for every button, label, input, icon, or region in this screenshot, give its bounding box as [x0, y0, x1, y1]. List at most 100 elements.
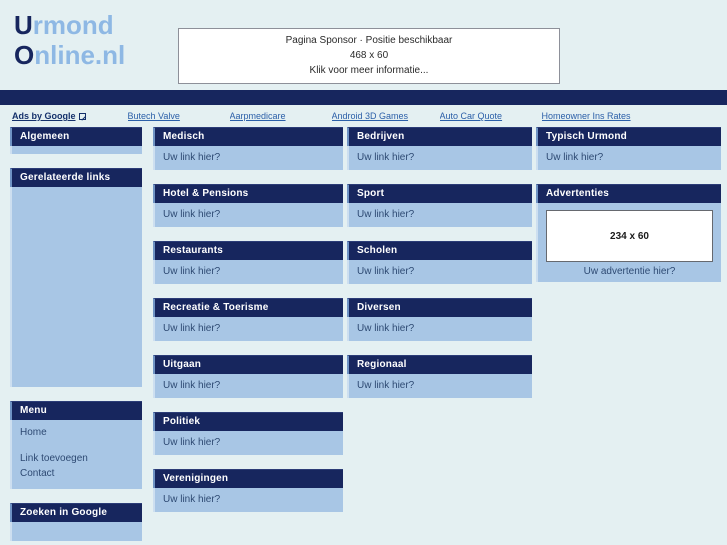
panel-restaurants: Restaurants Uw link hier? [153, 241, 343, 284]
link-placeholder-uitgaan[interactable]: Uw link hier? [163, 378, 343, 393]
sponsor-line-3: Klik voor meer informatie... [309, 65, 429, 76]
panel-title-gerelateerde-links: Gerelateerde links [10, 168, 142, 187]
panel-menu: Menu Home Link toevoegen Contact [10, 401, 142, 489]
logo-rest-online: nline.nl [34, 40, 126, 70]
panel-body-bedrijven: Uw link hier? [347, 146, 532, 170]
panel-title-bedrijven: Bedrijven [347, 127, 532, 146]
panel-title-sport: Sport [347, 184, 532, 203]
panel-hotel-pensions: Hotel & Pensions Uw link hier? [153, 184, 343, 227]
panel-title-uitgaan: Uitgaan [153, 355, 343, 374]
link-placeholder-sport[interactable]: Uw link hier? [357, 207, 532, 222]
link-placeholder-scholen[interactable]: Uw link hier? [357, 264, 532, 279]
panel-body-menu: Home Link toevoegen Contact [10, 420, 142, 489]
logo-line-1: Urmond [14, 10, 125, 40]
ad-link-butech-valve[interactable]: Butech Valve [128, 111, 180, 121]
link-placeholder-medisch[interactable]: Uw link hier? [163, 150, 343, 165]
panel-title-hotel-pensions: Hotel & Pensions [153, 184, 343, 203]
link-placeholder-typisch-urmond[interactable]: Uw link hier? [546, 150, 721, 165]
panel-title-medisch: Medisch [153, 127, 343, 146]
panel-title-typisch-urmond: Typisch Urmond [536, 127, 721, 146]
link-placeholder-restaurants[interactable]: Uw link hier? [163, 264, 343, 279]
panel-body-zoeken-in-google [10, 522, 142, 541]
link-placeholder-recreatie-toerisme[interactable]: Uw link hier? [163, 321, 343, 336]
link-placeholder-regionaal[interactable]: Uw link hier? [357, 378, 532, 393]
panel-title-regionaal: Regionaal [347, 355, 532, 374]
category-column-b: Bedrijven Uw link hier? Sport Uw link hi… [347, 127, 532, 412]
panel-title-zoeken-in-google: Zoeken in Google [10, 503, 142, 522]
ad-slot-1: Butech Valve [128, 111, 230, 121]
panel-title-politiek: Politiek [153, 412, 343, 431]
panel-body-typisch-urmond: Uw link hier? [536, 146, 721, 170]
panel-gerelateerde-links: Gerelateerde links [10, 168, 142, 387]
panel-recreatie-toerisme: Recreatie & Toerisme Uw link hier? [153, 298, 343, 341]
panel-title-algemeen: Algemeen [10, 127, 142, 146]
panel-body-hotel-pensions: Uw link hier? [153, 203, 343, 227]
external-link-icon [78, 112, 86, 120]
page-header: Urmond Online.nl Pagina Sponsor · Positi… [0, 0, 727, 90]
panel-body-medisch: Uw link hier? [153, 146, 343, 170]
logo-cap-u: U [14, 10, 33, 40]
ads-by-google-text: Ads by Google [12, 111, 76, 121]
panel-body-gerelateerde-links [10, 187, 142, 387]
panel-body-sport: Uw link hier? [347, 203, 532, 227]
panel-title-recreatie-toerisme: Recreatie & Toerisme [153, 298, 343, 317]
main-content: Algemeen Gerelateerde links Menu Home Li… [0, 127, 727, 541]
ad-slot-2: Aarpmedicare [230, 111, 332, 121]
ad-slot-4: Auto Car Quote [440, 111, 542, 121]
panel-body-diversen: Uw link hier? [347, 317, 532, 341]
ad-slot-3: Android 3D Games [332, 111, 440, 121]
link-placeholder-verenigingen[interactable]: Uw link hier? [163, 492, 343, 507]
panel-uitgaan: Uitgaan Uw link hier? [153, 355, 343, 398]
panel-body-algemeen [10, 146, 142, 154]
advertisement-caption[interactable]: Uw advertentie hier? [546, 262, 713, 277]
panel-title-menu: Menu [10, 401, 142, 420]
panel-bedrijven: Bedrijven Uw link hier? [347, 127, 532, 170]
panel-body-verenigingen: Uw link hier? [153, 488, 343, 512]
left-sidebar: Algemeen Gerelateerde links Menu Home Li… [10, 127, 142, 545]
google-ads-bar: Ads by Google Butech Valve Aarpmedicare … [0, 105, 727, 127]
panel-body-uitgaan: Uw link hier? [153, 374, 343, 398]
panel-title-restaurants: Restaurants [153, 241, 343, 260]
advertisement-slot[interactable]: 234 x 60 [546, 210, 713, 262]
panel-sport: Sport Uw link hier? [347, 184, 532, 227]
panel-verenigingen: Verenigingen Uw link hier? [153, 469, 343, 512]
logo-cap-o: O [14, 40, 35, 70]
panel-title-advertenties: Advertenties [536, 184, 721, 203]
ad-link-aarpmedicare[interactable]: Aarpmedicare [230, 111, 286, 121]
sponsor-banner[interactable]: Pagina Sponsor · Positie beschikbaar 468… [178, 28, 560, 84]
category-column-c: Typisch Urmond Uw link hier? Advertentie… [536, 127, 721, 296]
ad-link-auto-car-quote[interactable]: Auto Car Quote [440, 111, 503, 121]
link-placeholder-diversen[interactable]: Uw link hier? [357, 321, 532, 336]
panel-advertenties: Advertenties 234 x 60 Uw advertentie hie… [536, 184, 721, 282]
sponsor-line-2: 468 x 60 [349, 50, 389, 61]
panel-zoeken-in-google: Zoeken in Google [10, 503, 142, 541]
site-logo[interactable]: Urmond Online.nl [14, 10, 125, 70]
panel-title-verenigingen: Verenigingen [153, 469, 343, 488]
logo-line-2: Online.nl [14, 40, 125, 70]
navy-divider-bar [0, 90, 727, 105]
panel-body-scholen: Uw link hier? [347, 260, 532, 284]
ad-link-android-3d-games[interactable]: Android 3D Games [332, 111, 409, 121]
ads-by-google-label[interactable]: Ads by Google [12, 111, 86, 121]
menu-item-link-toevoegen[interactable]: Link toevoegen [20, 451, 142, 466]
menu-spacer [20, 440, 142, 451]
panel-regionaal: Regionaal Uw link hier? [347, 355, 532, 398]
sponsor-line-1: Pagina Sponsor · Positie beschikbaar [285, 35, 453, 46]
ad-slot-5: Homeowner Ins Rates [542, 111, 650, 121]
panel-body-politiek: Uw link hier? [153, 431, 343, 455]
menu-item-contact[interactable]: Contact [20, 466, 142, 481]
link-placeholder-politiek[interactable]: Uw link hier? [163, 435, 343, 450]
panel-body-restaurants: Uw link hier? [153, 260, 343, 284]
panel-body-recreatie-toerisme: Uw link hier? [153, 317, 343, 341]
link-placeholder-bedrijven[interactable]: Uw link hier? [357, 150, 532, 165]
panel-title-scholen: Scholen [347, 241, 532, 260]
link-placeholder-hotel-pensions[interactable]: Uw link hier? [163, 207, 343, 222]
category-column-a: Medisch Uw link hier? Hotel & Pensions U… [153, 127, 343, 526]
panel-title-diversen: Diversen [347, 298, 532, 317]
panel-diversen: Diversen Uw link hier? [347, 298, 532, 341]
panel-medisch: Medisch Uw link hier? [153, 127, 343, 170]
panel-body-advertenties: 234 x 60 Uw advertentie hier? [536, 203, 721, 282]
menu-item-home[interactable]: Home [20, 425, 142, 440]
ad-link-homeowner-ins-rates[interactable]: Homeowner Ins Rates [542, 111, 631, 121]
panel-politiek: Politiek Uw link hier? [153, 412, 343, 455]
